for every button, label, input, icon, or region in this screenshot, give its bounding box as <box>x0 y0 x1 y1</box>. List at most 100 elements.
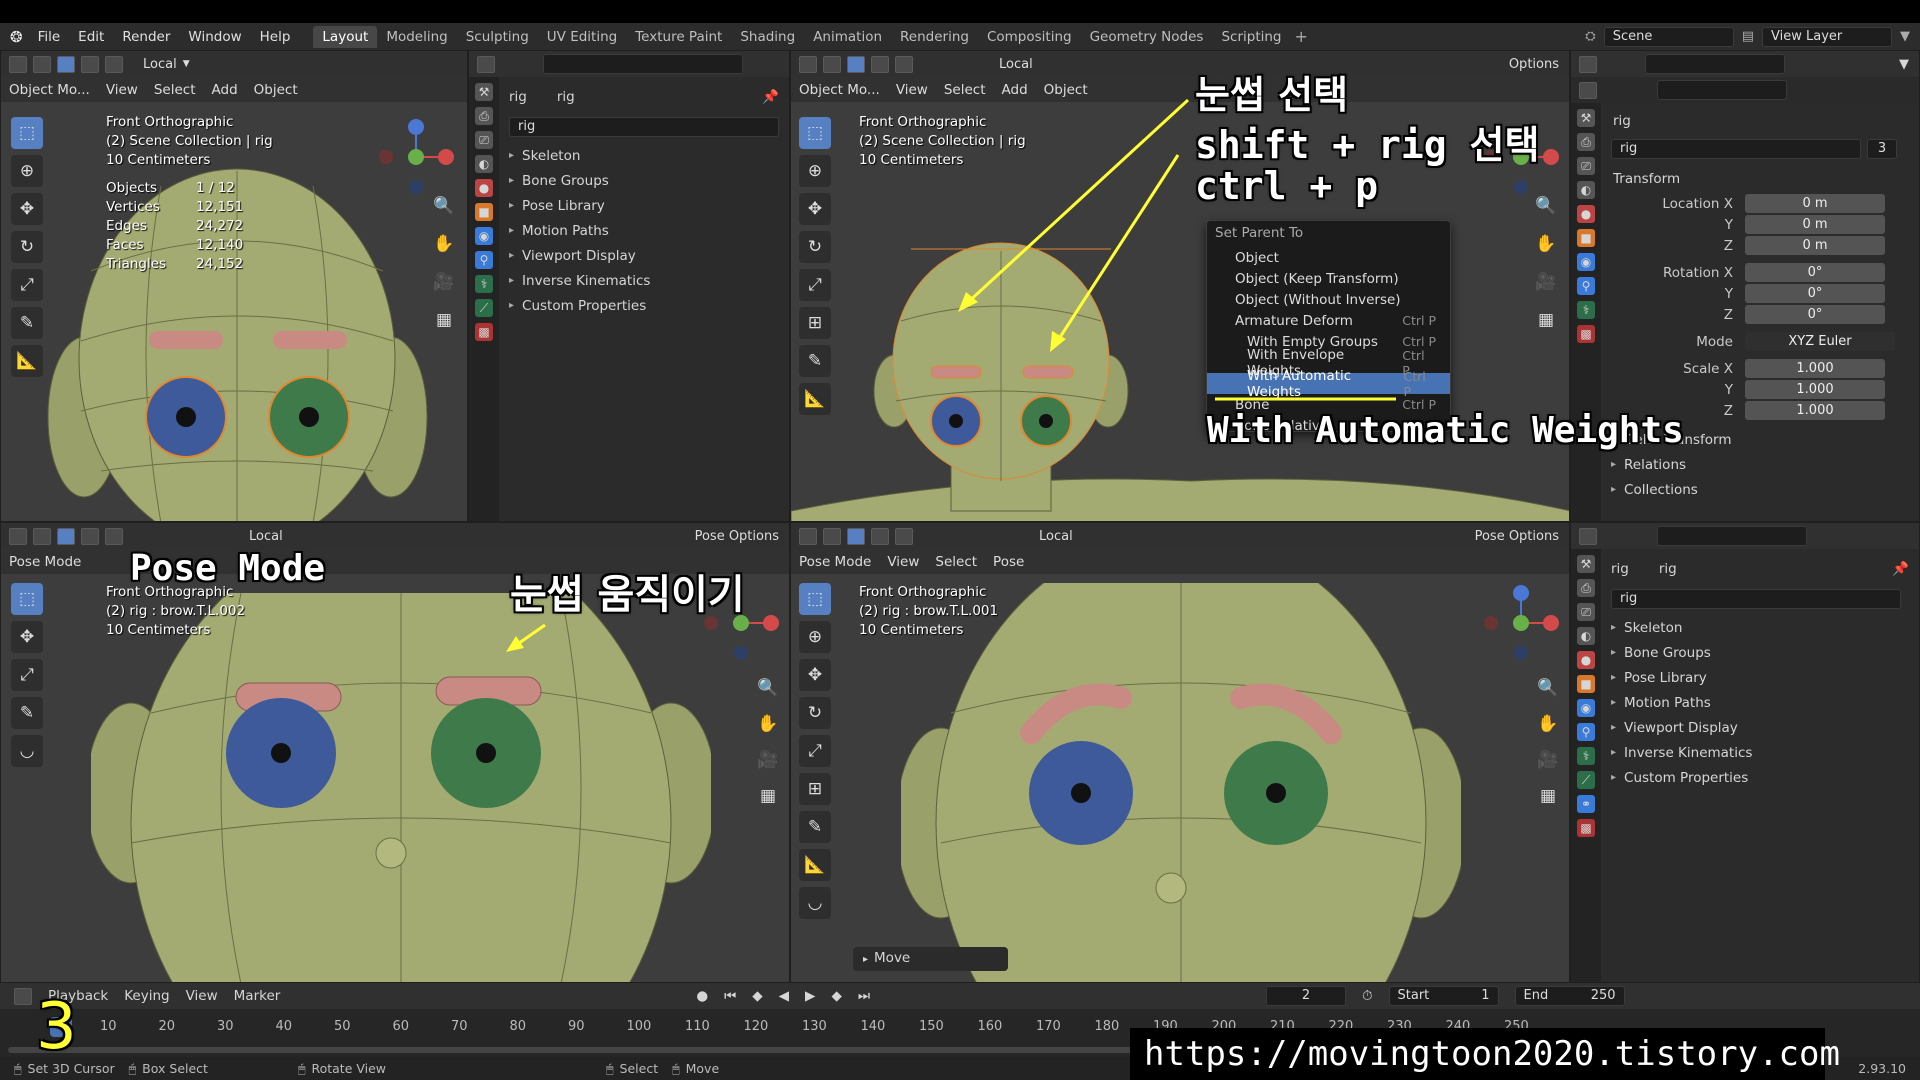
transform-orientation[interactable]: Local <box>1039 529 1073 544</box>
scale-tool-icon[interactable]: ⤢ <box>799 735 831 767</box>
grid-icon[interactable]: ▦ <box>1531 305 1561 335</box>
section-relations[interactable]: Relations <box>1601 452 1919 477</box>
menu-marker[interactable]: Marker <box>234 988 281 1004</box>
select-subtract-icon[interactable] <box>895 55 913 73</box>
bone-constraint-tab-icon[interactable]: ⚭ <box>1577 795 1595 813</box>
mode-dropdown[interactable]: Object Mo... <box>9 82 90 98</box>
select-mode-icon[interactable] <box>823 55 841 73</box>
relax-pose-tool-icon[interactable]: ◡ <box>11 735 43 767</box>
cursor-tool-icon[interactable]: ⊕ <box>799 155 831 187</box>
rotation-field[interactable]: 0° <box>1745 305 1885 324</box>
menu-object[interactable]: Object <box>1044 82 1088 98</box>
menu-view[interactable]: View <box>896 82 928 98</box>
pin-icon[interactable]: 📌 <box>1892 561 1909 577</box>
armature-data-tab-icon[interactable]: ⚕ <box>475 275 493 293</box>
output-tab-icon[interactable]: ⎚ <box>475 131 493 149</box>
view-layer-field[interactable]: View Layer <box>1762 26 1892 47</box>
tab-uv-editing[interactable]: UV Editing <box>538 26 626 48</box>
menu-view[interactable]: View <box>186 988 218 1004</box>
pan-hand-icon[interactable]: ✋ <box>429 229 459 259</box>
tab-geometry-nodes[interactable]: Geometry Nodes <box>1081 26 1213 48</box>
world-tab-icon[interactable]: ● <box>1577 205 1595 223</box>
texture-tab-icon[interactable]: ▩ <box>1577 325 1595 343</box>
menu-item-object-keep-transform-[interactable]: Object (Keep Transform) <box>1207 268 1450 289</box>
menu-select[interactable]: Select <box>154 82 196 98</box>
annotate-tool-icon[interactable]: ✎ <box>11 307 43 339</box>
pan-hand-icon[interactable]: ✋ <box>753 709 783 739</box>
measure-tool-icon[interactable]: 📐 <box>11 345 43 377</box>
menu-render[interactable]: Render <box>113 29 179 45</box>
tab-texture-paint[interactable]: Texture Paint <box>626 26 731 48</box>
grid-icon[interactable]: ▦ <box>429 305 459 335</box>
section-motion-paths[interactable]: Motion Paths <box>499 218 789 243</box>
select-subtract-icon[interactable] <box>895 527 913 545</box>
armature-data-tab-icon[interactable]: ⚕ <box>1577 301 1595 319</box>
select-mode-icon[interactable] <box>33 55 51 73</box>
start-frame-field[interactable]: Start 1 <box>1388 986 1499 1006</box>
record-icon[interactable]: ● <box>696 988 708 1004</box>
move-tool-icon[interactable]: ✥ <box>11 193 43 225</box>
rotation-mode-dropdown[interactable]: XYZ Euler <box>1745 332 1895 351</box>
section-viewport-display[interactable]: Viewport Display <box>499 243 789 268</box>
location-field[interactable]: 0 m <box>1745 194 1885 213</box>
texture-tab-icon[interactable]: ▩ <box>1577 819 1595 837</box>
stopwatch-icon[interactable]: ⏱ <box>1362 988 1373 1004</box>
section-bone-groups[interactable]: Bone Groups <box>499 168 789 193</box>
scale-tool-icon[interactable]: ⤢ <box>799 269 831 301</box>
jump-end-icon[interactable]: ⏭ <box>858 988 870 1004</box>
tool-tab-icon[interactable]: ⚒ <box>475 83 493 101</box>
rotation-field[interactable]: 0° <box>1745 263 1885 282</box>
menu-item-object-without-inverse-[interactable]: Object (Without Inverse) <box>1207 289 1450 310</box>
current-frame-field[interactable]: 2 <box>1265 986 1346 1006</box>
jump-start-icon[interactable]: ⏮ <box>724 988 736 1004</box>
modifier-tab-icon[interactable]: ◉ <box>1577 253 1595 271</box>
modifier-tab-icon[interactable]: ◉ <box>1577 699 1595 717</box>
rotation-field[interactable]: 0° <box>1745 284 1885 303</box>
world-tab-icon[interactable]: ● <box>475 179 493 197</box>
tab-animation[interactable]: Animation <box>804 26 891 48</box>
menu-select[interactable]: Select <box>935 554 977 570</box>
select-box-icon[interactable] <box>57 527 75 545</box>
constraint-tab-icon[interactable]: ⚲ <box>1577 277 1595 295</box>
object-name-field[interactable]: rig <box>1611 139 1861 159</box>
tool-tab-icon[interactable]: ⚒ <box>1577 555 1595 573</box>
camera-icon[interactable]: 🎥 <box>1533 745 1563 775</box>
pan-hand-icon[interactable]: ✋ <box>1531 229 1561 259</box>
menu-view[interactable]: View <box>887 554 919 570</box>
section-custom-properties[interactable]: Custom Properties <box>1601 765 1919 790</box>
zoom-icon[interactable]: 🔍 <box>753 673 783 703</box>
select-box-icon[interactable] <box>57 55 75 73</box>
datablock-field[interactable]: rig <box>509 117 779 137</box>
scale-tool-icon[interactable]: ⤢ <box>11 659 43 691</box>
render-tab-icon[interactable]: ⎙ <box>1577 579 1595 597</box>
object-tab-icon[interactable]: ■ <box>1577 675 1595 693</box>
tab-scripting[interactable]: Scripting <box>1212 26 1290 48</box>
editor-type-icon[interactable] <box>1579 527 1597 545</box>
menu-edit[interactable]: Edit <box>69 29 113 45</box>
tool-tab-icon[interactable]: ⚒ <box>1577 109 1595 127</box>
menu-select[interactable]: Select <box>944 82 986 98</box>
section-skeleton[interactable]: Skeleton <box>1601 615 1919 640</box>
transform-tool-icon[interactable]: ⊞ <box>799 307 831 339</box>
select-box-tool-icon[interactable]: ⬚ <box>799 583 831 615</box>
transform-orientation[interactable]: Local <box>999 57 1033 72</box>
scene-tab-icon[interactable]: ◐ <box>475 155 493 173</box>
select-subtract-icon[interactable] <box>105 527 123 545</box>
camera-icon[interactable]: 🎥 <box>753 745 783 775</box>
editor-type-icon[interactable] <box>799 527 817 545</box>
menu-item-armature-deform[interactable]: Armature Deform Ctrl P <box>1207 310 1450 331</box>
menu-window[interactable]: Window <box>179 29 250 45</box>
output-tab-icon[interactable]: ⎚ <box>1577 603 1595 621</box>
select-mode-icon[interactable] <box>823 527 841 545</box>
pin-icon[interactable]: 📌 <box>762 89 779 105</box>
constraint-tab-icon[interactable]: ⚲ <box>1577 723 1595 741</box>
tab-sculpting[interactable]: Sculpting <box>457 26 538 48</box>
select-extend-icon[interactable] <box>871 55 889 73</box>
annotate-tool-icon[interactable]: ✎ <box>799 811 831 843</box>
move-tool-icon[interactable]: ✥ <box>799 193 831 225</box>
scale-field[interactable]: 1.000 <box>1745 359 1885 378</box>
navigation-gizmo[interactable] <box>376 117 456 197</box>
rotate-tool-icon[interactable]: ↻ <box>11 231 43 263</box>
bone-tab-icon[interactable]: ⟋ <box>1577 771 1595 789</box>
output-tab-icon[interactable]: ⎚ <box>1577 157 1595 175</box>
